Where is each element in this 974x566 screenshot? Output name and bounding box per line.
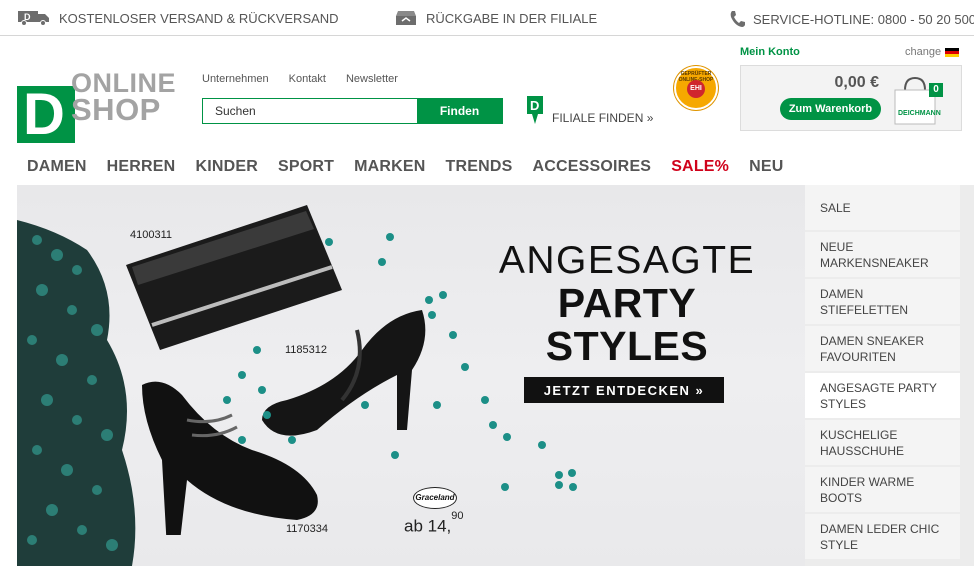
nav-item-damen[interactable]: DAMEN xyxy=(27,158,87,176)
side-menu-item-hausschuhe[interactable]: KUSCHELIGE HAUSSCHUHE xyxy=(805,420,960,465)
nav-item-herren[interactable]: HERREN xyxy=(107,158,176,176)
price-prefix: ab 14, xyxy=(404,516,452,536)
graceland-brand-badge: Graceland xyxy=(413,487,457,509)
german-flag-icon xyxy=(945,47,960,57)
headline-line-3: STYLES xyxy=(545,323,709,369)
store-finder-text: FILIALE FINDEN » xyxy=(552,111,654,125)
hero-price: ab 14,90 xyxy=(404,510,464,537)
link-unternehmen[interactable]: Unternehmen xyxy=(202,73,269,85)
side-menu-item-leder-chic[interactable]: DAMEN LEDER CHIC STYLE xyxy=(805,514,960,559)
change-label: change xyxy=(905,46,942,58)
nav-item-marken[interactable]: MARKEN xyxy=(354,158,425,176)
category-side-menu: SALE NEUE MARKENSNEAKER DAMEN STIEFELETT… xyxy=(805,185,974,566)
nav-item-sale[interactable]: SALE% xyxy=(671,158,729,176)
hero-banner[interactable]: 4100311 1185312 1170334 Graceland ab 14,… xyxy=(17,185,805,566)
headline-line-2: PARTY xyxy=(557,280,697,326)
shipping-text: KOSTENLOSER VERSAND & RÜCKVERSAND xyxy=(59,10,339,26)
ehi-trust-badge[interactable]: GEPRÜFTER ONLINE-SHOP EHI xyxy=(674,66,718,110)
article-number-pump: 1170334 xyxy=(286,523,329,535)
logo-letter: D xyxy=(23,82,65,147)
search-button[interactable]: Finden xyxy=(417,99,502,123)
main-navigation: DAMEN HERREN KINDER SPORT MARKEN TRENDS … xyxy=(27,158,803,176)
svg-text:D: D xyxy=(24,12,31,22)
hotline-text: SERVICE-HOTLINE: 0800 - 50 20 500 xyxy=(753,11,974,27)
link-newsletter[interactable]: Newsletter xyxy=(346,73,398,85)
article-number-clutch: 4100311 xyxy=(130,229,173,241)
search-input[interactable] xyxy=(203,99,417,123)
side-menu-item-markensneaker[interactable]: NEUE MARKENSNEAKER xyxy=(805,232,960,277)
nav-item-neu[interactable]: NEU xyxy=(749,158,783,176)
sequin-dress-image xyxy=(17,220,136,566)
cart-count-badge: 0 xyxy=(929,83,943,97)
store-finder-link[interactable]: D FILIALE FINDEN » xyxy=(526,95,653,125)
svg-text:D: D xyxy=(530,98,539,113)
side-menu-item-sneaker-favouriten[interactable]: DAMEN SNEAKER FAVOURITEN xyxy=(805,326,960,371)
return-text: RÜCKGABE IN DER FILIALE xyxy=(426,10,598,26)
nav-item-kinder[interactable]: KINDER xyxy=(195,158,258,176)
meta-links: Unternehmen Kontakt Newsletter xyxy=(202,73,398,85)
article-number-sandal: 1185312 xyxy=(285,344,328,356)
mini-cart: 0,00 € Zum Warenkorb DEICHMANN 0 xyxy=(740,65,962,131)
store-return-icon xyxy=(396,11,416,25)
language-change[interactable]: change xyxy=(905,46,960,58)
link-kontakt[interactable]: Kontakt xyxy=(289,73,326,85)
side-menu-item-sale[interactable]: SALE xyxy=(805,185,960,230)
shipping-info[interactable]: D KOSTENLOSER VERSAND & RÜCKVERSAND xyxy=(17,10,339,26)
truck-icon: D xyxy=(18,11,49,26)
search-form: Finden xyxy=(202,98,503,124)
ehi-badge-label: EHI xyxy=(687,80,705,98)
online-shop-wordmark[interactable]: ONLINE SHOP xyxy=(71,70,176,127)
shopping-bag-icon[interactable]: DEICHMANN xyxy=(891,72,943,126)
hero-headline: ANGESAGTE PARTY STYLES xyxy=(487,240,767,368)
phone-icon xyxy=(730,11,745,27)
return-info[interactable]: RÜCKGABE IN DER FILIALE xyxy=(394,10,597,26)
store-pin-icon: D xyxy=(527,96,543,124)
nav-item-accessoires[interactable]: ACCESSOIRES xyxy=(533,158,652,176)
price-cents: 90 xyxy=(451,510,464,522)
hotline-info[interactable]: SERVICE-HOTLINE: 0800 - 50 20 500 xyxy=(729,10,974,28)
cart-bag-brand: DEICHMANN xyxy=(898,110,941,117)
discover-now-button[interactable]: JETZT ENTDECKEN » xyxy=(524,377,724,403)
logo-line-shop: SHOP xyxy=(71,92,161,127)
cart-button[interactable]: Zum Warenkorb xyxy=(780,98,881,120)
headline-line-1: ANGESAGTE xyxy=(498,239,756,282)
account-link[interactable]: Mein Konto xyxy=(740,46,800,58)
nav-item-sport[interactable]: SPORT xyxy=(278,158,334,176)
top-info-bar: D KOSTENLOSER VERSAND & RÜCKVERSAND RÜCK… xyxy=(0,0,974,36)
side-menu-item-warme-boots[interactable]: KINDER WARME BOOTS xyxy=(805,467,960,512)
side-menu-item-party-styles[interactable]: ANGESAGTE PARTY STYLES xyxy=(805,373,960,418)
side-menu-item-stiefeletten[interactable]: DAMEN STIEFELETTEN xyxy=(805,279,960,324)
nav-item-trends[interactable]: TRENDS xyxy=(446,158,513,176)
cart-amount: 0,00 € xyxy=(834,74,879,91)
deichmann-logo[interactable]: D xyxy=(17,82,75,147)
